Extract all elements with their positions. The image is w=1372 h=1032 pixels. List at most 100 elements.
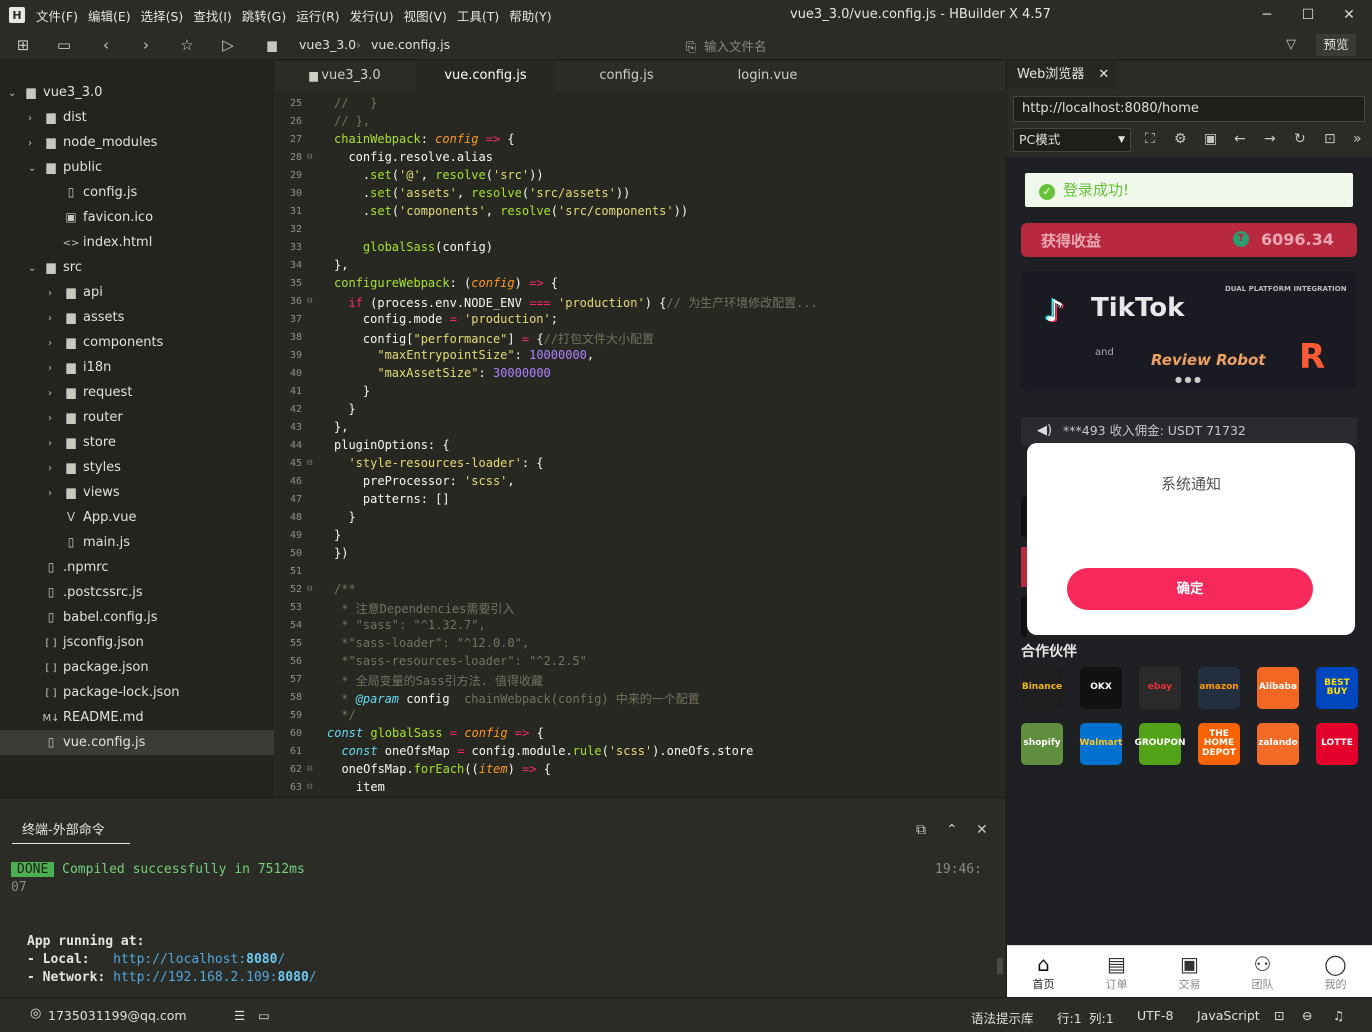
partner-logo[interactable]: Binance: [1021, 667, 1063, 709]
chevron-right-icon[interactable]: ›: [48, 431, 62, 456]
partner-logo[interactable]: Walmart: [1080, 723, 1122, 765]
code-line[interactable]: .set('@', resolve('src')): [334, 168, 544, 182]
terminal-icon[interactable]: ▭: [258, 1008, 270, 1023]
chevron-right-icon[interactable]: ›: [48, 381, 62, 406]
tree-item[interactable]: ⌄ ▆ vue3_3.0: [0, 80, 274, 105]
code-line[interactable]: *"sass-resources-loader": "^2.2.5": [334, 654, 587, 668]
tree-item[interactable]: ⌄ ▆ public: [0, 155, 274, 180]
code-line[interactable]: .set('components', resolve('src/componen…: [334, 204, 688, 218]
menu-item[interactable]: 工具(T): [457, 6, 499, 25]
file-encoding[interactable]: UTF-8: [1137, 1008, 1173, 1023]
tree-item[interactable]: M↓ README.md: [0, 705, 274, 730]
fold-icon[interactable]: ⊟: [307, 782, 312, 792]
tree-item[interactable]: › ▆ api: [0, 280, 274, 305]
partner-logo[interactable]: amazon: [1198, 667, 1240, 709]
code-line[interactable]: 'style-resources-loader': {: [334, 456, 543, 470]
local-url[interactable]: http://localhost:: [113, 952, 246, 967]
code-line[interactable]: * 全局变量的Sass引方法. 值得收藏: [334, 672, 543, 689]
code-line[interactable]: globalSass(config): [334, 240, 493, 254]
refresh-icon[interactable]: ↻: [1294, 131, 1306, 147]
close-tab-icon[interactable]: ✕: [1098, 67, 1109, 82]
code-line[interactable]: */: [334, 708, 355, 722]
tree-item[interactable]: › ▆ dist: [0, 105, 274, 130]
menu-item[interactable]: 跳转(G): [242, 6, 286, 25]
partner-logo[interactable]: BEST BUY: [1316, 667, 1358, 709]
menu-item[interactable]: 发行(U): [350, 6, 394, 25]
partner-logo[interactable]: OKX: [1080, 667, 1122, 709]
partner-logo[interactable]: LOTTE: [1316, 723, 1358, 765]
more-icon[interactable]: »: [1353, 131, 1362, 147]
code-line[interactable]: "maxAssetSize": 30000000: [334, 366, 550, 380]
back-icon[interactable]: ‹: [95, 35, 117, 55]
local-port[interactable]: 8080: [246, 952, 277, 967]
fold-icon[interactable]: ⊟: [307, 296, 312, 306]
code-line[interactable]: const oneOfsMap = config.module.rule('sc…: [327, 744, 753, 758]
save-icon[interactable]: ▭: [53, 35, 75, 55]
filter-icon[interactable]: ▽: [1280, 35, 1302, 55]
tree-item[interactable]: › ▆ i18n: [0, 355, 274, 380]
list-icon[interactable]: ☰: [234, 1008, 245, 1023]
partner-logo[interactable]: ebay: [1139, 667, 1181, 709]
chevron-right-icon[interactable]: ›: [48, 456, 62, 481]
tab-bar-item[interactable]: ◯ 我的: [1299, 946, 1372, 997]
fold-icon[interactable]: ⊟: [307, 458, 312, 468]
code-line[interactable]: chainWebpack: config => {: [334, 132, 515, 146]
chevron-right-icon[interactable]: ›: [48, 331, 62, 356]
tree-item[interactable]: [ ] package.json: [0, 655, 274, 680]
new-file-icon[interactable]: ⊞: [12, 35, 34, 55]
menu-item[interactable]: 文件(F): [36, 6, 78, 25]
tree-item[interactable]: ▯ babel.config.js: [0, 605, 274, 630]
tree-item[interactable]: › ▆ node_modules: [0, 130, 274, 155]
chevron-right-icon[interactable]: ›: [48, 406, 62, 431]
run-icon[interactable]: ▷: [217, 35, 239, 55]
tree-item[interactable]: ▯ main.js: [0, 530, 274, 555]
tree-item[interactable]: [ ] jsconfig.json: [0, 630, 274, 655]
menu-item[interactable]: 视图(V): [404, 6, 447, 25]
editor-tab[interactable]: ▆ vue3_3.0: [275, 61, 415, 91]
terminal-scrollbar[interactable]: [997, 958, 1003, 974]
device-mode-select[interactable]: PC模式 ▼: [1013, 128, 1131, 152]
tree-item[interactable]: › ▆ components: [0, 330, 274, 355]
open-external-icon[interactable]: ⧉: [916, 822, 926, 838]
code-line[interactable]: }: [334, 402, 355, 416]
tab-bar-item[interactable]: ▣ 交易: [1153, 946, 1226, 997]
maximize-button[interactable]: ☐: [1297, 4, 1319, 26]
forward-icon[interactable]: →: [1264, 131, 1276, 147]
code-line[interactable]: * 注意Dependencies需要引入: [334, 600, 514, 617]
chevron-up-icon[interactable]: ⌃: [946, 822, 958, 838]
open-file-input[interactable]: ⎘ 输入文件名: [686, 36, 1266, 54]
menu-item[interactable]: 运行(R): [296, 6, 339, 25]
user-account[interactable]: 1735031199@qq.com: [48, 1008, 187, 1023]
chevron-down-icon[interactable]: ⌄: [28, 156, 42, 181]
partner-logo[interactable]: Alibaba: [1257, 667, 1299, 709]
network-port[interactable]: 8080: [277, 970, 308, 985]
code-line[interactable]: oneOfsMap.forEach((item) => {: [327, 762, 551, 776]
screenshot-icon[interactable]: ⛶: [1145, 131, 1155, 147]
download-icon[interactable]: ⊖: [1302, 1008, 1312, 1023]
editor-tab[interactable]: login.vue: [697, 61, 838, 91]
code-line[interactable]: }: [334, 384, 370, 398]
network-url[interactable]: http://192.168.2.109:: [113, 970, 277, 985]
code-line[interactable]: }: [334, 528, 341, 542]
close-panel-icon[interactable]: ✕: [976, 822, 988, 838]
code-line[interactable]: configureWebpack: (config) => {: [334, 276, 558, 290]
code-line[interactable]: * @param config chainWebpack(config) 中来的…: [334, 690, 700, 707]
tree-item[interactable]: › ▆ store: [0, 430, 274, 455]
fold-icon[interactable]: ⊟: [307, 584, 312, 594]
code-line[interactable]: item: [327, 780, 385, 794]
tree-item[interactable]: [ ] package-lock.json: [0, 680, 274, 705]
tree-item[interactable]: ▯ .npmrc: [0, 555, 274, 580]
code-line[interactable]: /**: [334, 582, 356, 596]
breadcrumb-file[interactable]: vue.config.js: [371, 37, 450, 52]
tree-item[interactable]: V App.vue: [0, 505, 274, 530]
menu-item[interactable]: 选择(S): [141, 6, 184, 25]
code-line[interactable]: },: [334, 420, 348, 434]
tree-item[interactable]: ▯ .postcssrc.js: [0, 580, 274, 605]
tab-bar-item[interactable]: ⚇ 团队: [1226, 946, 1299, 997]
bell-icon[interactable]: ♫: [1333, 1008, 1344, 1023]
star-icon[interactable]: ☆: [176, 35, 198, 55]
tab-bar-item[interactable]: ▤ 订单: [1080, 946, 1153, 997]
chevron-right-icon[interactable]: ›: [48, 356, 62, 381]
forward-icon[interactable]: ›: [135, 35, 157, 55]
browser-tab[interactable]: Web浏览器 ✕: [1007, 61, 1117, 89]
